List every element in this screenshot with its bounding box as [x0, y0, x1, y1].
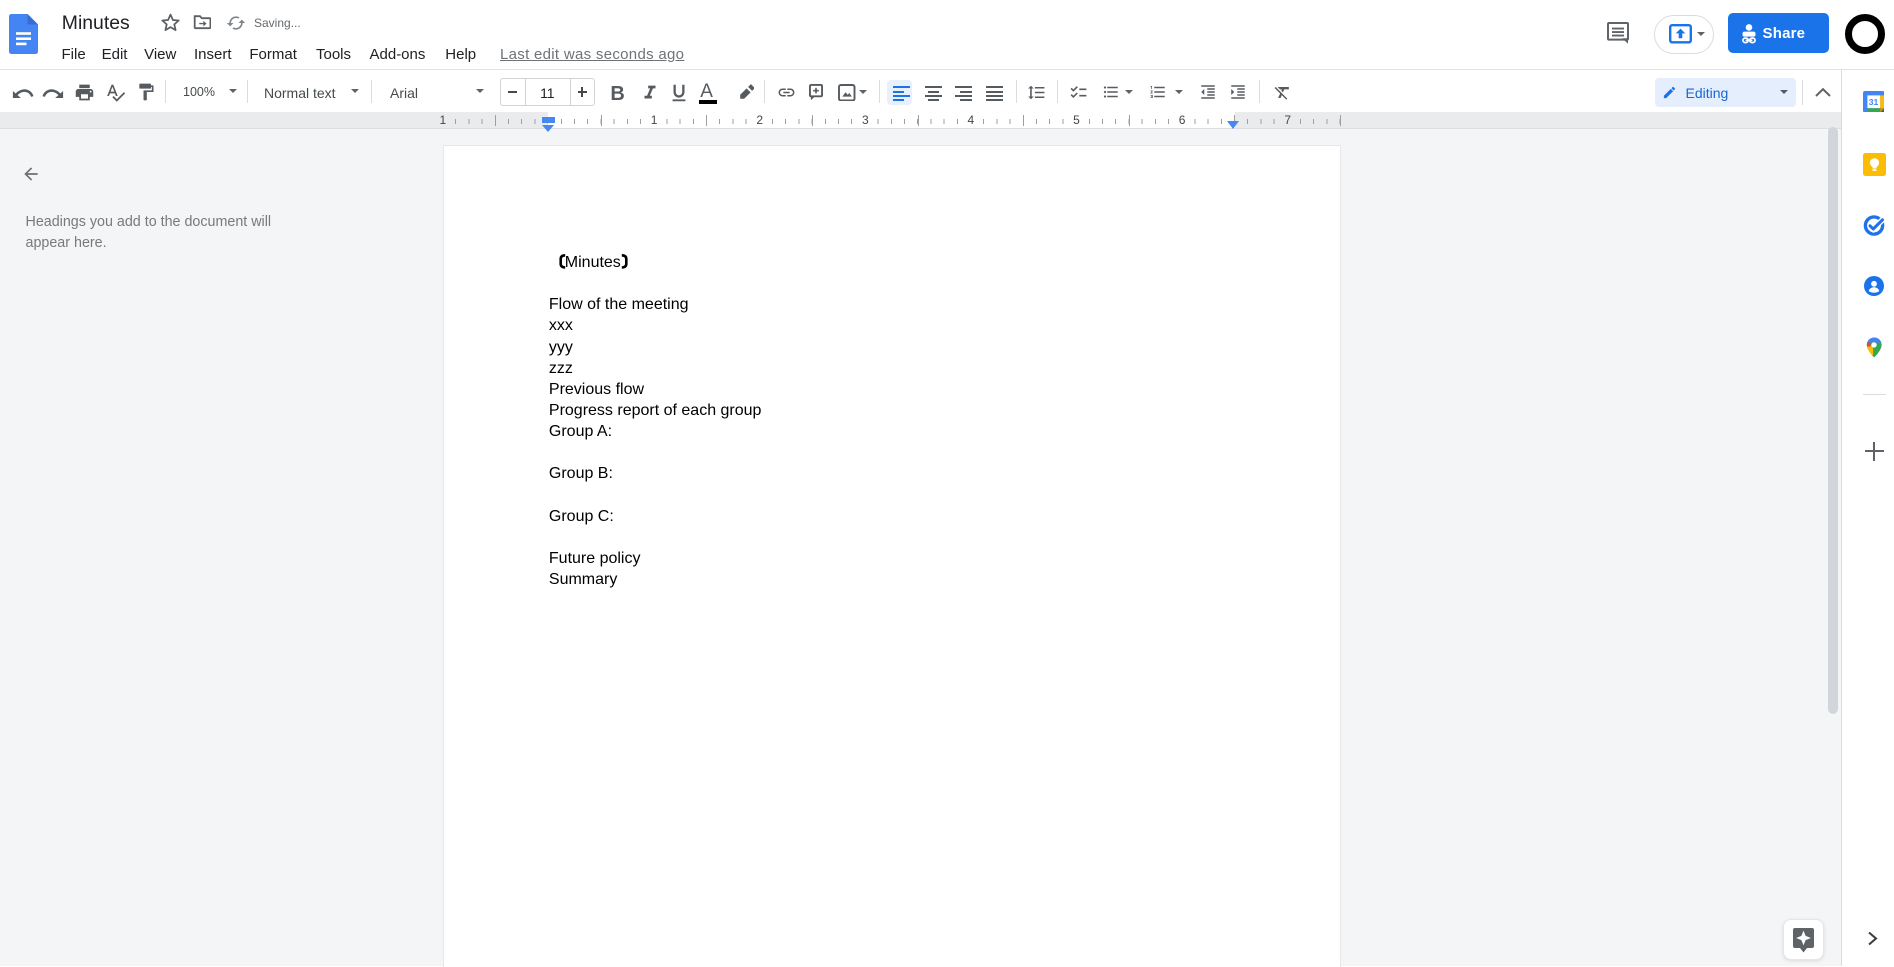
svg-text:31: 31 [1868, 97, 1878, 107]
